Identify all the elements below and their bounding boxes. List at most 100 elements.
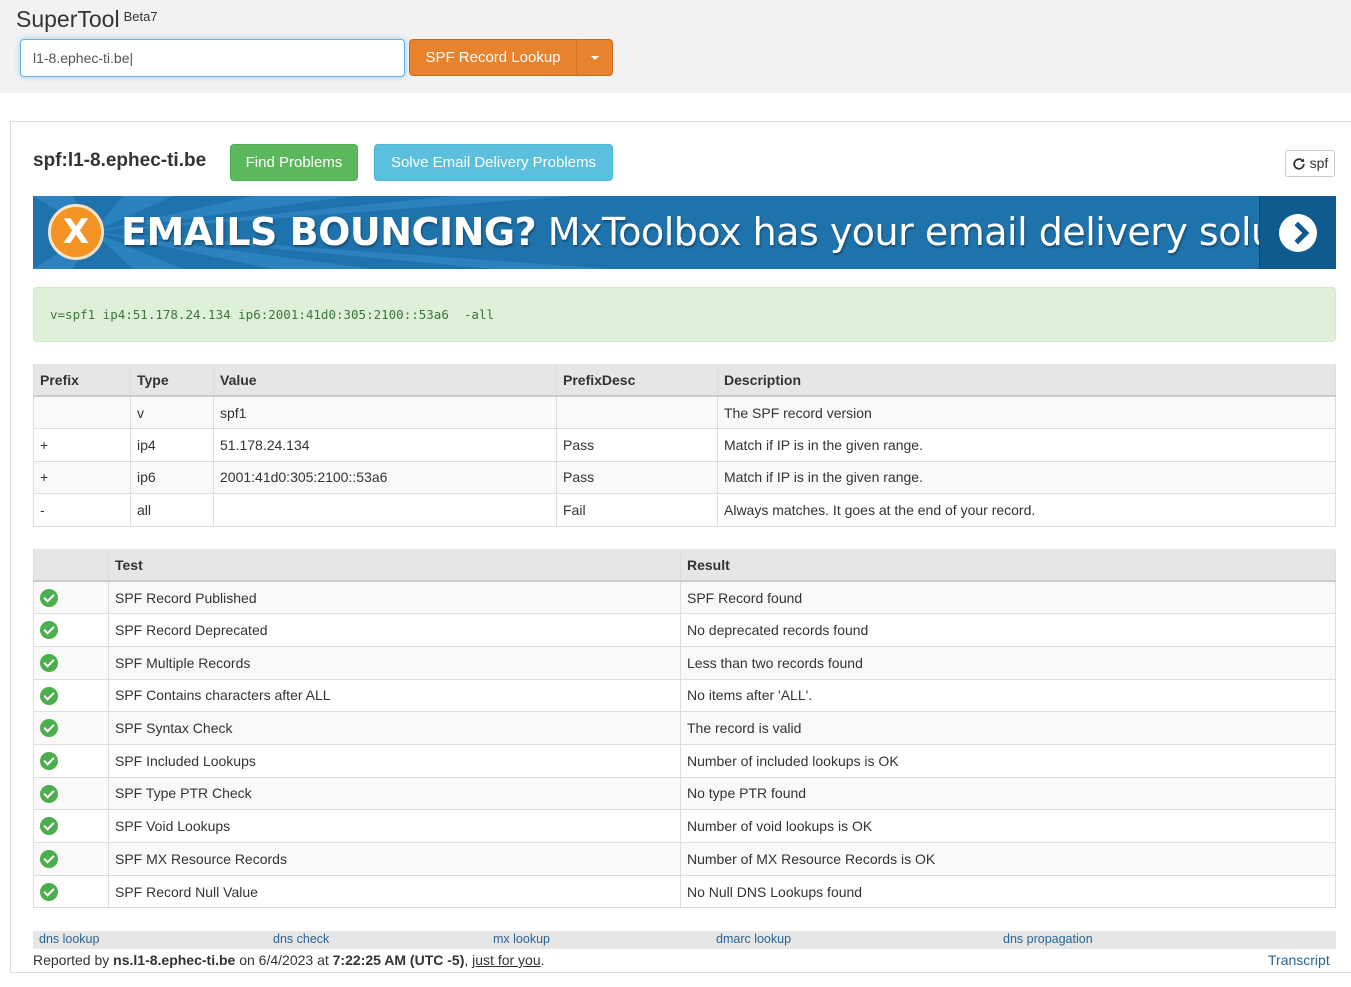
cell-result: SPF Record found <box>680 580 1336 614</box>
cell-prefix: - <box>33 493 131 527</box>
refresh-button[interactable]: spf <box>1285 150 1335 177</box>
app-name: SuperTool <box>16 6 120 32</box>
cell-description: Match if IP is in the given range. <box>717 460 1336 494</box>
banner-text: EMAILS BOUNCING? MxToolbox has your emai… <box>121 210 1336 254</box>
cell-test: SPF Contains characters after ALL <box>108 678 681 712</box>
link-dns-propagation[interactable]: dns propagation <box>1003 932 1093 946</box>
check-circle-icon <box>40 784 58 803</box>
cell-test: SPF Record Published <box>108 580 681 614</box>
cell-result: No deprecated records found <box>680 613 1336 647</box>
cell-result: Number of MX Resource Records is OK <box>680 842 1336 876</box>
table-row: SPF Syntax Check The record is valid <box>33 711 1336 745</box>
cell-type: ip6 <box>130 460 214 494</box>
table-row: SPF Included Lookups Number of included l… <box>33 743 1336 778</box>
reported-by-line: Reported by ns.l1-8.ephec-ti.be on 6/4/2… <box>33 952 545 968</box>
check-circle-icon <box>40 588 58 607</box>
version-badge: Beta7 <box>123 9 158 24</box>
cell-status <box>33 776 109 810</box>
check-circle-icon <box>40 653 58 672</box>
cell-status <box>33 842 109 876</box>
find-problems-button[interactable]: Find Problems <box>230 144 358 181</box>
cell-description: The SPF record version <box>717 395 1336 429</box>
table-header-row: Test Result <box>33 549 1336 582</box>
cell-result: No items after 'ALL'. <box>680 678 1336 712</box>
check-circle-icon <box>40 621 58 640</box>
table-row: v spf1 The SPF record version <box>33 395 1336 429</box>
table-row: SPF Type PTR Check No type PTR found <box>33 776 1336 810</box>
col-result: Result <box>680 549 1336 582</box>
link-dns-check[interactable]: dns check <box>273 932 329 946</box>
emails-bouncing-banner[interactable]: X EMAILS BOUNCING? MxToolbox has your em… <box>33 196 1336 269</box>
refresh-label: spf <box>1309 155 1329 171</box>
cell-type: all <box>130 493 214 527</box>
link-dns-lookup[interactable]: dns lookup <box>39 932 99 946</box>
refresh-icon <box>1293 158 1305 170</box>
cell-value <box>213 493 557 527</box>
cell-prefixdesc <box>556 395 718 429</box>
col-type: Type <box>130 364 214 397</box>
table-row: + ip6 2001:41d0:305:2100::53a6 Pass Matc… <box>33 460 1336 494</box>
cell-prefix: + <box>33 460 131 494</box>
search-input[interactable]: l1-8.ephec-ti.be| <box>20 39 405 77</box>
banner-arrow-button[interactable] <box>1259 196 1336 269</box>
cell-test: SPF Syntax Check <box>108 711 681 745</box>
cell-status <box>33 743 109 778</box>
link-mx-lookup[interactable]: mx lookup <box>493 932 550 946</box>
table-header-row: Prefix Type Value PrefixDesc Description <box>33 364 1336 397</box>
cell-test: SPF Multiple Records <box>108 645 681 680</box>
arrow-right-icon <box>1279 214 1317 252</box>
cell-status <box>33 613 109 647</box>
table-row: SPF Record Null Value No Null DNS Lookups… <box>33 874 1336 909</box>
col-value: Value <box>213 364 557 397</box>
table-row: SPF Void Lookups Number of void lookups i… <box>33 809 1336 843</box>
col-prefix: Prefix <box>33 364 131 397</box>
spf-record-lookup-button[interactable]: SPF Record Lookup <box>409 39 577 76</box>
cell-status <box>33 580 109 614</box>
reported-end: . <box>540 952 545 968</box>
check-circle-icon <box>40 849 58 868</box>
reported-prefix: Reported by <box>33 952 114 968</box>
cell-result: No Null DNS Lookups found <box>680 874 1336 909</box>
cell-type: v <box>130 395 214 429</box>
table-row: SPF Record Published SPF Record found <box>33 580 1336 614</box>
col-prefixdesc: PrefixDesc <box>556 364 718 397</box>
cell-result: Number of included lookups is OK <box>680 743 1336 778</box>
table-row: SPF MX Resource Records Number of MX Reso… <box>33 842 1336 876</box>
cell-value: 51.178.24.134 <box>213 428 557 461</box>
cell-prefixdesc: Pass <box>556 460 718 494</box>
check-circle-icon <box>40 751 58 770</box>
result-title: spf:l1-8.ephec-ti.be <box>33 150 207 171</box>
cell-status <box>33 874 109 909</box>
cell-prefixdesc: Pass <box>556 428 718 461</box>
cell-prefixdesc: Fail <box>556 493 718 527</box>
table-row: SPF Contains characters after ALL No item… <box>33 678 1336 712</box>
spf-record-table: Prefix Type Value PrefixDesc Description… <box>33 364 1336 527</box>
cell-status <box>33 809 109 843</box>
cell-type: ip4 <box>130 428 214 461</box>
lookup-dropdown-caret-icon[interactable] <box>576 39 613 76</box>
mxtoolbox-logo-icon: X <box>48 204 104 260</box>
col-description: Description <box>717 364 1336 397</box>
cell-result: Number of void lookups is OK <box>680 809 1336 843</box>
table-row: + ip4 51.178.24.134 Pass Match if IP is … <box>33 428 1336 461</box>
cell-status <box>33 678 109 712</box>
app-title: SuperTool Beta7 <box>16 6 158 33</box>
reported-time: 7:22:25 AM (UTC -5) <box>332 952 465 968</box>
cell-description: Always matches. It goes at the end of yo… <box>717 493 1336 527</box>
cell-prefix <box>33 395 131 429</box>
cell-test: SPF MX Resource Records <box>108 842 681 876</box>
banner-headline: EMAILS BOUNCING? <box>121 210 537 254</box>
reported-date: on 6/4/2023 at <box>235 952 333 968</box>
transcript-link[interactable]: Transcript <box>1268 952 1330 968</box>
spf-record-value: v=spf1 ip4:51.178.24.134 ip6:2001:41d0:3… <box>33 287 1336 342</box>
search-input-value: l1-8.ephec-ti.be <box>33 50 130 66</box>
just-for-you-link[interactable]: just for you <box>472 952 540 968</box>
solve-email-delivery-button[interactable]: Solve Email Delivery Problems <box>374 144 613 181</box>
cell-result: Less than two records found <box>680 645 1336 680</box>
link-dmarc-lookup[interactable]: dmarc lookup <box>716 932 791 946</box>
check-circle-icon <box>40 686 58 705</box>
table-row: SPF Record Deprecated No deprecated recor… <box>33 613 1336 647</box>
reported-separator: , <box>464 952 473 968</box>
cell-value: spf1 <box>213 395 557 429</box>
cell-test: SPF Included Lookups <box>108 743 681 778</box>
